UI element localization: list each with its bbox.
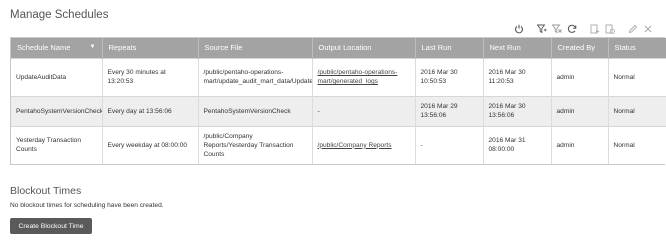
run-now-icon[interactable] [589,23,601,35]
column-header-repeats[interactable]: Repeats [102,38,199,58]
cell-output-location: - [312,95,416,126]
table-header-row: Schedule Name ▼ Repeats Source File Outpu… [11,38,666,58]
column-header-last-run[interactable]: Last Run [415,38,484,58]
cell-source-file: /public/Company Reports/Yesterday Transa… [198,125,313,164]
cell-output-location: /public/Company Reports [312,125,416,164]
cell-source-file: PentahoSystemVersionCheck [198,95,313,126]
run-later-icon[interactable] [604,23,616,35]
cell-source-file: /public/pentaho-operations-mart/update_a… [198,57,313,96]
cell-last-run: 2016 Mar 30 10:50:53 [415,57,484,96]
cell-last-run: 2016 Mar 29 13:56:06 [415,95,484,126]
page-title: Manage Schedules [10,9,109,21]
column-header-source-file[interactable]: Source File [198,38,313,58]
column-header-created-by[interactable]: Created By [551,38,609,58]
output-location-link[interactable]: /public/Company Reports [318,142,392,149]
table-row[interactable]: Yesterday Transaction Counts Every weekd… [11,125,666,164]
cell-created-by: admin [551,125,609,164]
schedule-toolbar [510,22,654,36]
cell-status: Normal [608,57,666,96]
cell-created-by: admin [551,57,609,96]
cell-repeats: Every day at 13:56:06 [102,95,199,126]
cell-schedule-name: UpdateAuditData [11,57,103,96]
column-header-next-run[interactable]: Next Run [483,38,552,58]
create-blockout-time-button[interactable]: Create Blockout Time [10,218,92,234]
clear-filter-icon[interactable] [551,23,563,35]
table-row[interactable]: UpdateAuditData Every 30 minutes at 13:2… [11,57,666,96]
filter-icon[interactable] [536,23,548,35]
column-header-output-location[interactable]: Output Location [312,38,416,58]
refresh-icon[interactable] [566,23,578,35]
cell-next-run: 2016 Mar 31 08:00:00 [483,125,552,164]
sort-caret-icon[interactable]: ▼ [90,44,96,50]
edit-icon[interactable] [627,23,639,35]
column-header-status[interactable]: Status [608,38,666,58]
power-icon[interactable] [513,23,525,35]
cell-status: Normal [608,95,666,126]
cell-repeats: Every 30 minutes at 13:20:53 [102,57,199,96]
cell-next-run: 2016 Mar 30 13:56:06 [483,95,552,126]
cell-next-run: 2016 Mar 30 11:20:53 [483,57,552,96]
blockout-times-title: Blockout Times [10,185,82,197]
column-header-label: Schedule Name [17,43,71,53]
cell-repeats: Every weekday at 08:00:00 [102,125,199,164]
cell-status: Normal [608,125,666,164]
cell-output-location: /public/pentaho-operations-mart/generate… [312,57,416,96]
schedules-table: Schedule Name ▼ Repeats Source File Outpu… [10,37,666,165]
column-header-schedule-name[interactable]: Schedule Name ▼ [11,38,103,58]
delete-icon[interactable] [642,23,654,35]
cell-last-run: - [415,125,484,164]
cell-schedule-name: PentahoSystemVersionCheck [11,95,103,126]
output-location-link[interactable]: /public/pentaho-operations-mart/generate… [318,69,398,85]
blockout-empty-message: No blockout times for scheduling have be… [10,202,164,209]
table-row[interactable]: PentahoSystemVersionCheck Every day at 1… [11,95,666,126]
cell-schedule-name: Yesterday Transaction Counts [11,125,103,164]
cell-created-by: admin [551,95,609,126]
